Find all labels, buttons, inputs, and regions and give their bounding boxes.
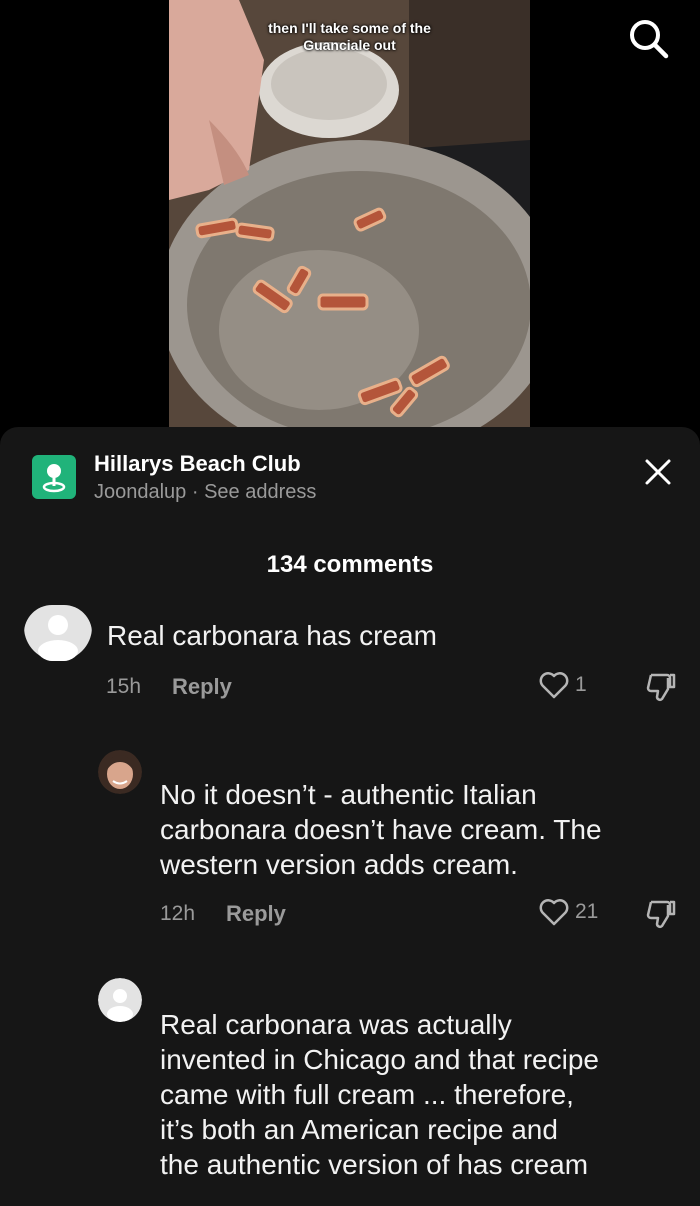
comment-text: Real carbonara has cream <box>107 620 437 651</box>
location-area: Joondalup <box>94 481 187 503</box>
comment-text: No it doesn’t - authentic Italian carbon… <box>160 777 602 882</box>
caption-line-1: then I'll take some of the <box>268 20 431 36</box>
close-icon <box>645 459 671 485</box>
comment-line: carbonara doesn’t have cream. The <box>160 814 602 845</box>
comment-line: the authentic version of has cream <box>160 1149 589 1180</box>
dislike-button[interactable] <box>645 898 677 935</box>
video-scene <box>169 0 530 440</box>
reply-button[interactable]: Reply <box>172 674 232 700</box>
comment-time: 15h <box>106 675 142 698</box>
location-pin-icon <box>32 455 76 499</box>
comment-line: No it doesn’t - authentic Italian <box>160 779 537 810</box>
dislike-button[interactable] <box>645 671 677 708</box>
default-avatar-icon <box>24 605 92 661</box>
avatar[interactable] <box>24 605 92 661</box>
location-subtitle: Joondalup · See address <box>94 481 316 504</box>
dislike-icon <box>646 900 676 928</box>
reply-button[interactable]: Reply <box>226 901 286 927</box>
heart-icon <box>539 899 569 926</box>
search-button[interactable] <box>626 16 670 60</box>
user-photo-avatar <box>98 750 142 794</box>
close-button[interactable] <box>643 457 673 487</box>
search-icon <box>630 20 669 59</box>
comment-time: 12h <box>160 902 196 925</box>
like-count: 1 <box>575 673 587 696</box>
comment-line: it’s both an American recipe and <box>160 1114 558 1145</box>
video-area: then I'll take some of the Guanciale out <box>0 0 700 440</box>
avatar[interactable] <box>98 978 142 1022</box>
comment-line: Real carbonara was actually <box>160 1009 512 1040</box>
like-button[interactable]: 21 <box>539 898 598 926</box>
like-button[interactable]: 1 <box>539 671 587 699</box>
dislike-icon <box>646 673 676 701</box>
comment-line: came with full cream ... therefore, <box>160 1079 574 1110</box>
avatar[interactable] <box>98 750 142 794</box>
caption-line-2: Guanciale out <box>303 37 396 53</box>
comment-line: invented in Chicago and that recipe <box>160 1044 599 1075</box>
comments-count: 134 comments <box>266 551 434 578</box>
location-badge[interactable] <box>32 455 76 499</box>
comment-line: western version adds cream. <box>160 849 518 880</box>
comments-sheet: Hillarys Beach Club Joondalup · See addr… <box>0 427 700 1206</box>
heart-icon <box>539 672 569 699</box>
see-address-link[interactable]: See address <box>204 481 316 503</box>
video-caption: then I'll take some of the Guanciale out <box>169 20 530 54</box>
video-player[interactable]: then I'll take some of the Guanciale out <box>169 0 530 440</box>
like-count: 21 <box>575 900 599 923</box>
location-separator: · <box>186 481 205 503</box>
location-name[interactable]: Hillarys Beach Club <box>94 451 301 477</box>
default-avatar-icon <box>98 978 142 1022</box>
comment-text: Real carbonara was actually invented in … <box>160 1007 599 1182</box>
